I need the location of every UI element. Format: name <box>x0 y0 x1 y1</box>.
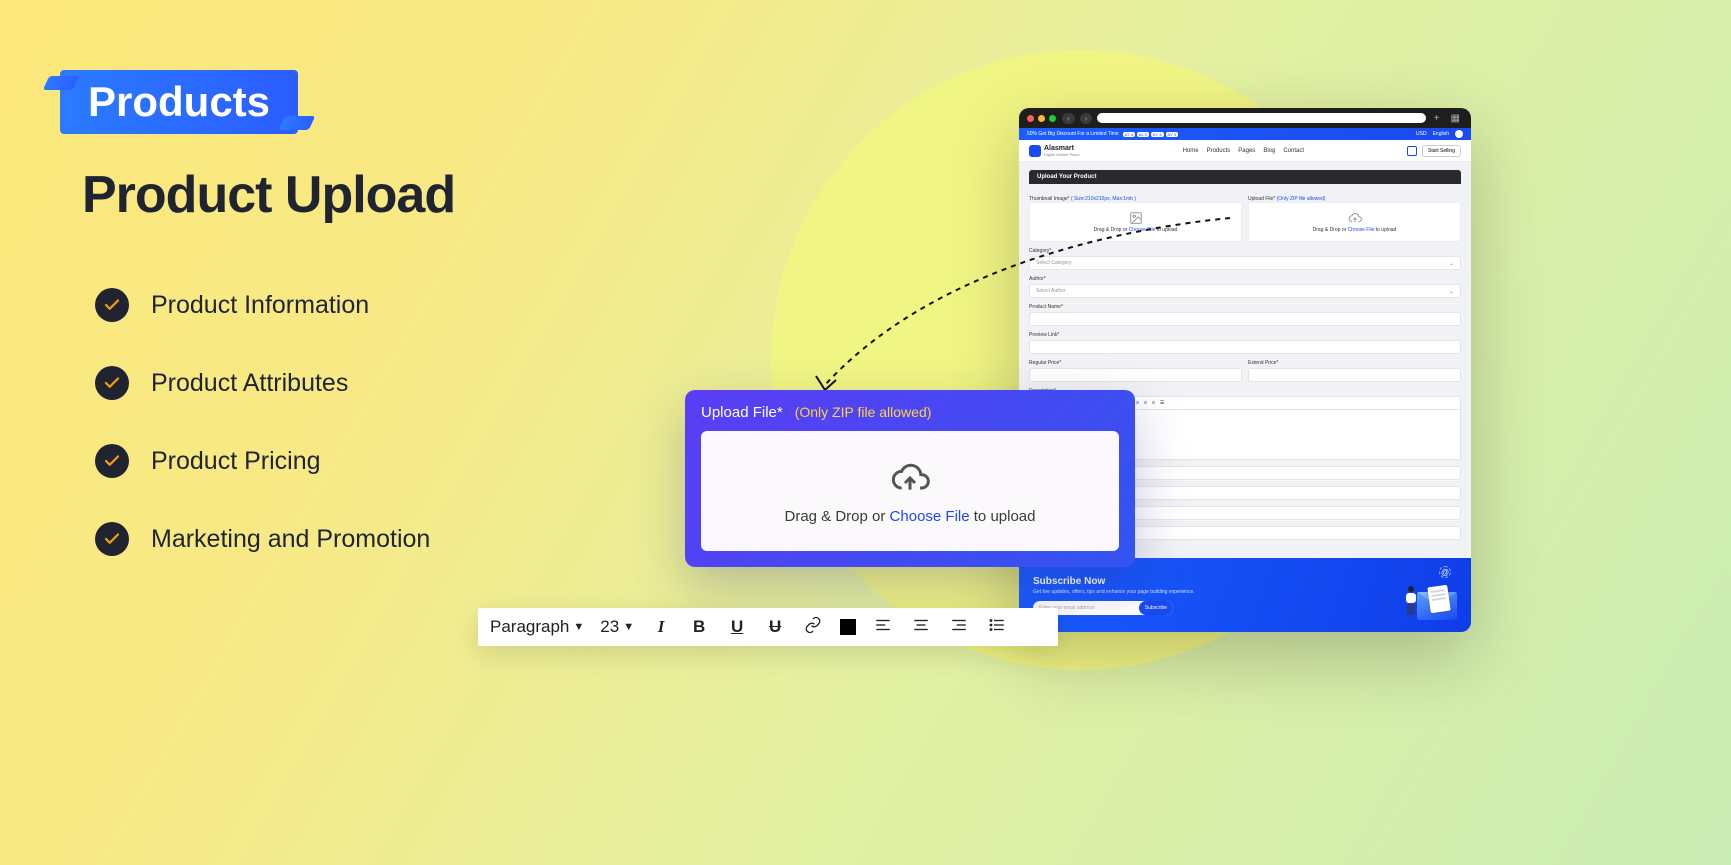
browser-titlebar: ‹ › + ▦ <box>1019 108 1471 128</box>
feature-item: Product Information <box>95 288 430 322</box>
new-tab-button[interactable]: + <box>1431 113 1443 124</box>
nav-link[interactable]: Blog <box>1263 148 1275 154</box>
feature-item: Marketing and Promotion <box>95 522 430 556</box>
at-sign-icon: @ <box>1439 566 1451 578</box>
author-label: Author* <box>1029 276 1461 282</box>
feature-item: Product Attributes <box>95 366 430 400</box>
extend-price-label: Extend Price* <box>1248 360 1461 366</box>
subscribe-button[interactable]: Subscribe <box>1139 601 1173 615</box>
promo-chip: AL 0 <box>1137 132 1149 137</box>
bold-icon[interactable]: B <box>688 617 710 637</box>
cloud-upload-icon <box>890 458 930 498</box>
file-dropzone[interactable]: Drag & Drop or Choose File to upload <box>1248 202 1461 242</box>
preview-link-label: Preview Link* <box>1029 332 1461 338</box>
start-selling-button[interactable]: Start Selling <box>1422 145 1461 157</box>
footer-subtitle: Get live updates, offers, tips and enhan… <box>1033 589 1195 595</box>
section-title: Upload Your Product <box>1029 170 1461 184</box>
currency-select[interactable]: USD <box>1416 131 1427 137</box>
nav-link[interactable]: Contact <box>1283 148 1304 154</box>
minimize-dot-icon[interactable] <box>1038 115 1045 122</box>
italic-icon[interactable]: I <box>650 617 672 637</box>
promo-chip: AT 4 <box>1123 132 1135 137</box>
brand-logo[interactable]: Alasmart Digital Market Place <box>1029 145 1080 157</box>
logo-mark-icon <box>1029 145 1041 157</box>
author-select[interactable]: Select Author⌄ <box>1029 284 1461 298</box>
close-dot-icon[interactable] <box>1027 115 1034 122</box>
preview-link-input[interactable] <box>1029 340 1461 354</box>
nav-link[interactable]: Products <box>1207 148 1231 154</box>
window-controls[interactable] <box>1027 115 1056 122</box>
feature-label: Product Attributes <box>151 369 348 398</box>
underline-icon[interactable]: U <box>726 617 748 637</box>
footer-title: Subscribe Now <box>1033 576 1195 587</box>
align-center-icon[interactable]: ≡ <box>1144 400 1147 406</box>
forward-button[interactable]: › <box>1080 113 1093 124</box>
upload-card-callout: Upload File* (Only ZIP file allowed) Dra… <box>685 390 1135 567</box>
align-left-icon[interactable] <box>872 616 894 639</box>
align-center-icon[interactable] <box>910 616 932 639</box>
feature-list: Product Information Product Attributes P… <box>95 288 430 556</box>
brand-tagline: Digital Market Place <box>1044 152 1080 157</box>
nav-link[interactable]: Home <box>1183 148 1199 154</box>
check-icon <box>95 522 129 556</box>
cart-icon[interactable] <box>1407 146 1417 156</box>
promo-chip: KY 3 <box>1151 132 1164 137</box>
upload-card-label: Upload File* <box>701 404 783 421</box>
list-icon[interactable]: ☰ <box>1160 400 1164 406</box>
feature-label: Product Information <box>151 291 369 320</box>
feature-label: Marketing and Promotion <box>151 525 430 554</box>
hero-badge: Products <box>60 70 298 134</box>
list-icon[interactable] <box>986 616 1008 639</box>
product-name-label: Product Name* <box>1029 304 1461 310</box>
cloud-upload-icon <box>1348 211 1362 225</box>
language-select[interactable]: English <box>1433 131 1449 137</box>
hero-title: Product Upload <box>82 165 455 225</box>
brand-name: Alasmart <box>1044 145 1080 152</box>
main-nav: Alasmart Digital Market Place Home Produ… <box>1019 140 1471 162</box>
maximize-dot-icon[interactable] <box>1049 115 1056 122</box>
align-right-icon[interactable]: ≡ <box>1152 400 1155 406</box>
promo-chip: AY 3 <box>1166 132 1178 137</box>
check-icon <box>95 444 129 478</box>
upload-card-note: (Only ZIP file allowed) <box>795 404 932 420</box>
category-select[interactable]: Select Category⌄ <box>1029 256 1461 270</box>
hero-badge-text: Products <box>60 70 298 134</box>
product-name-input[interactable] <box>1029 312 1461 326</box>
regular-price-label: Regular Price* <box>1029 360 1242 366</box>
site-topbar: 50% Get Big Discount For a Limited Time … <box>1019 128 1471 140</box>
extend-price-input[interactable] <box>1248 368 1461 382</box>
subscribe-footer: Subscribe Now Get live updates, offers, … <box>1019 558 1471 632</box>
editor-toolbar-callout: Paragraph▼ 23▼ I B U U <box>478 608 1058 646</box>
tabs-icon[interactable]: ▦ <box>1448 113 1463 124</box>
font-size-select[interactable]: 23▼ <box>600 617 634 637</box>
address-bar[interactable] <box>1097 113 1425 123</box>
upload-dropzone[interactable]: Drag & Drop or Choose File to upload <box>701 431 1119 551</box>
color-swatch-icon[interactable] <box>840 619 856 635</box>
feature-item: Product Pricing <box>95 444 430 478</box>
upload-drop-text: Drag & Drop or Choose File to upload <box>785 508 1036 525</box>
align-left-icon[interactable]: ≡ <box>1136 400 1139 406</box>
thumbnail-dropzone[interactable]: Drag & Drop or Choose File to upload <box>1029 202 1242 242</box>
check-icon <box>95 288 129 322</box>
feature-label: Product Pricing <box>151 447 321 476</box>
category-label: Category* <box>1029 248 1461 254</box>
footer-illustration: @ <box>1367 570 1457 620</box>
regular-price-input[interactable] <box>1029 368 1242 382</box>
align-right-icon[interactable] <box>948 616 970 639</box>
avatar-icon[interactable] <box>1455 130 1463 138</box>
nav-link[interactable]: Pages <box>1238 148 1255 154</box>
image-upload-icon <box>1129 211 1143 225</box>
promo-text: 50% Get Big Discount For a Limited Time <box>1027 131 1119 137</box>
strikethrough-icon[interactable]: U <box>764 617 786 637</box>
check-icon <box>95 366 129 400</box>
back-button[interactable]: ‹ <box>1062 113 1075 124</box>
paragraph-style-select[interactable]: Paragraph▼ <box>490 617 584 637</box>
link-icon[interactable] <box>802 616 824 639</box>
